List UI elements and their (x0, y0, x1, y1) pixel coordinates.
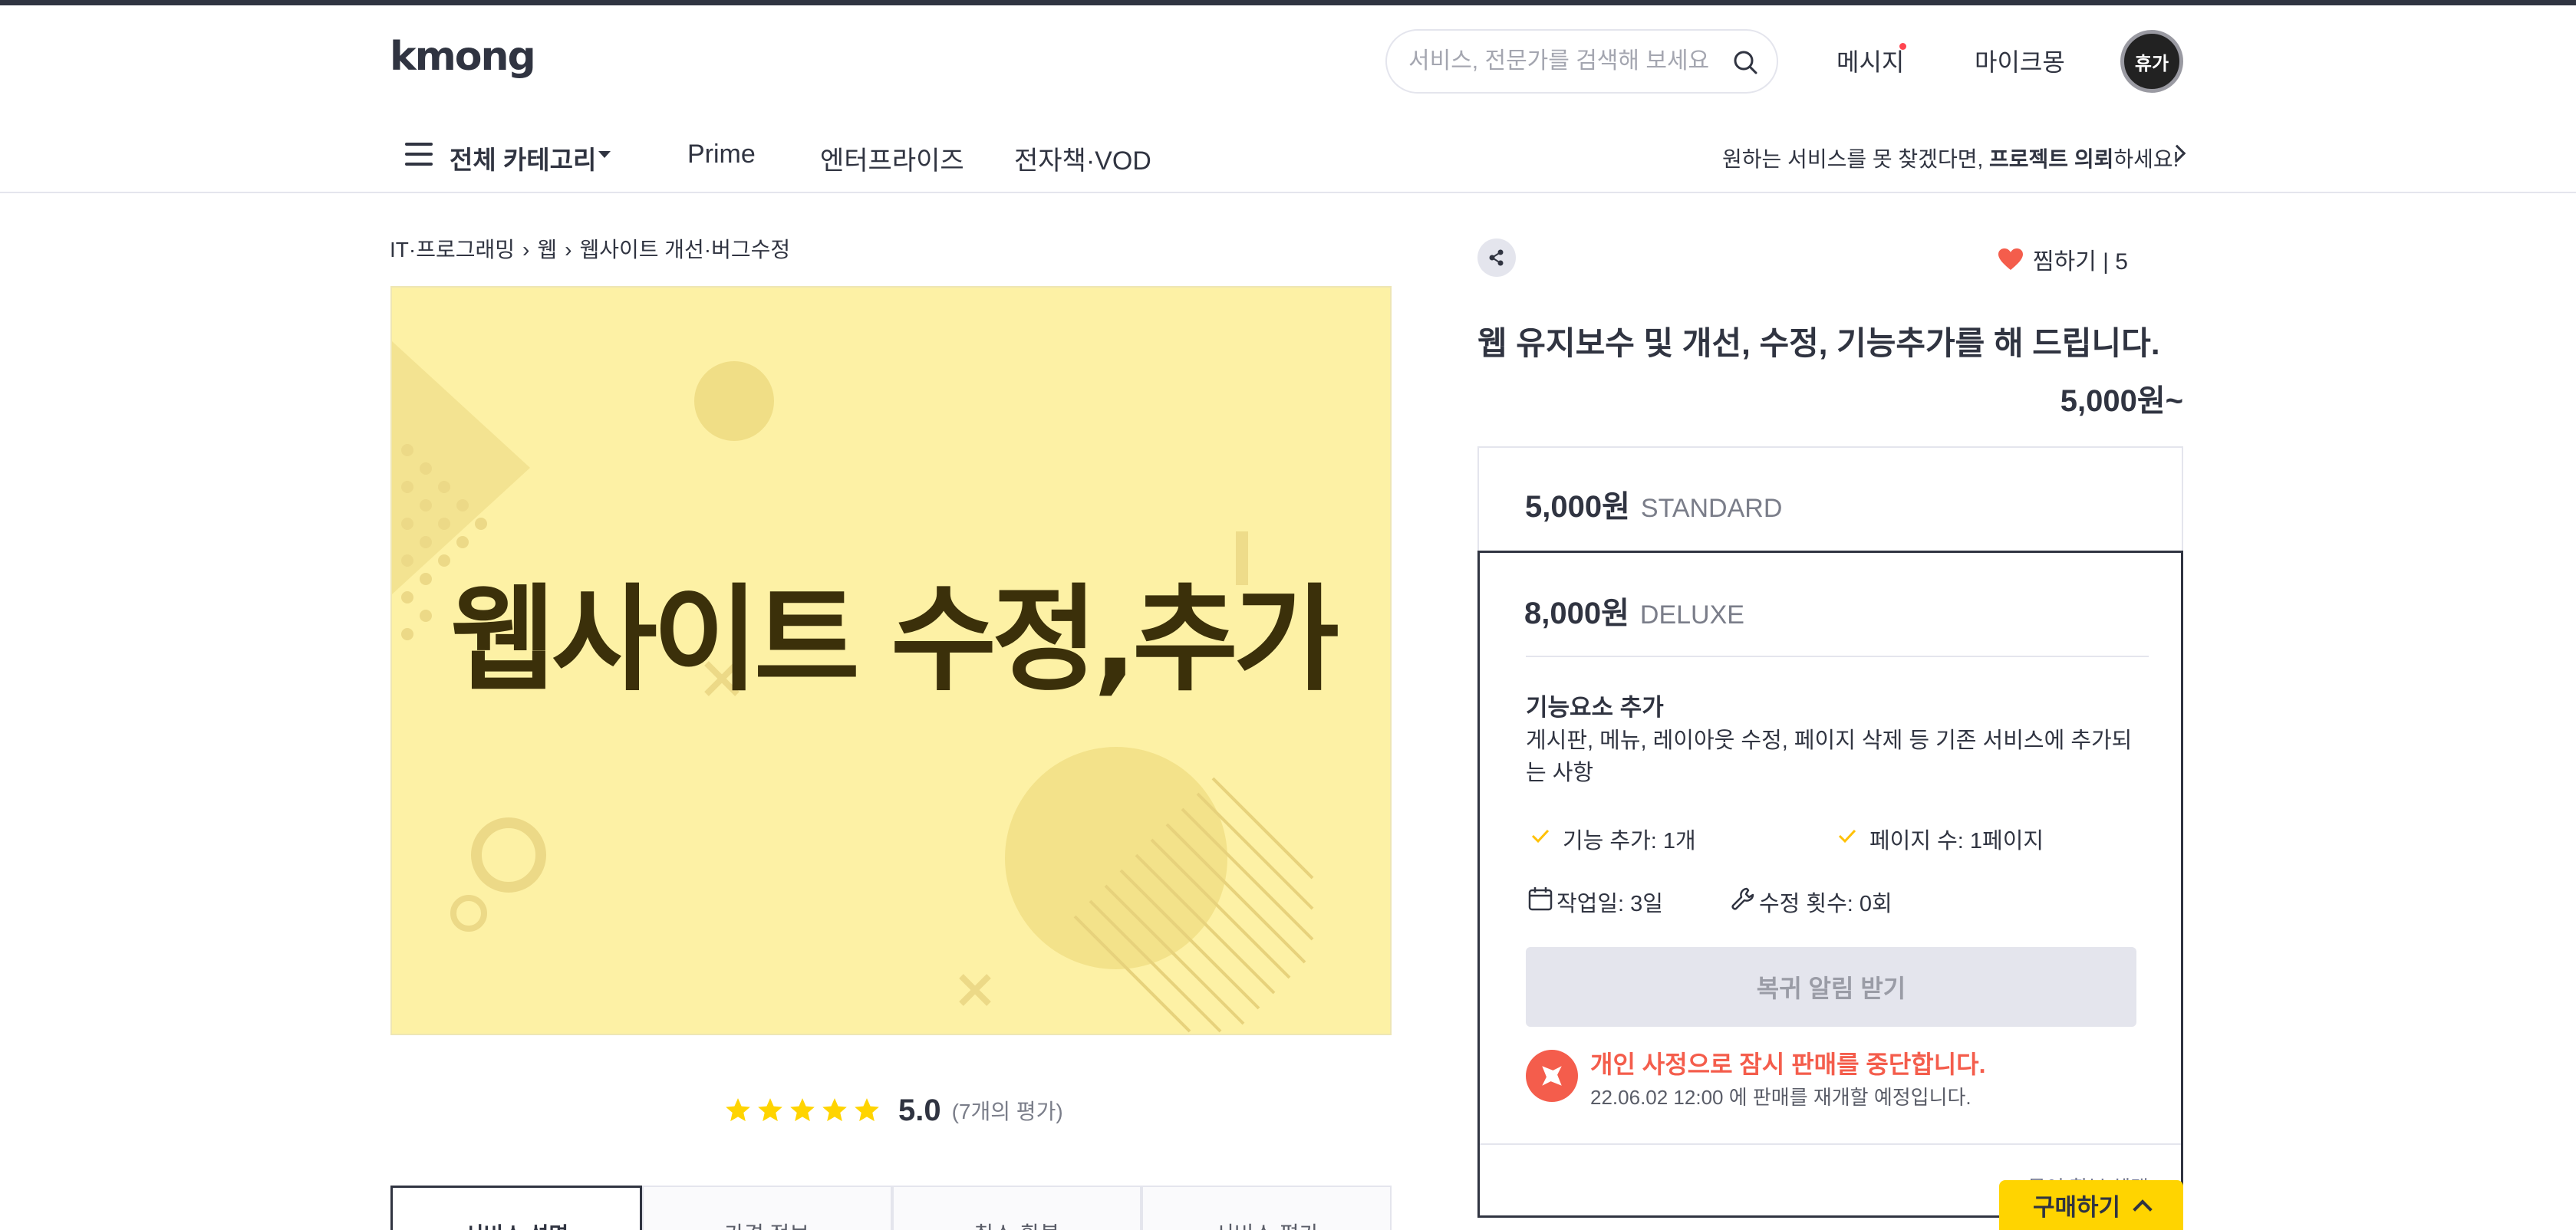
calendar-icon (1528, 887, 1553, 911)
heart-icon (1998, 248, 2023, 270)
new-message-dot (1899, 43, 1906, 50)
star-rating (723, 1096, 881, 1125)
breadcrumb-web[interactable]: 웹 (537, 238, 557, 261)
tab-refund[interactable]: 취소·환불 (891, 1186, 1142, 1230)
detail-tabs: 서비스 설명 가격 정보 취소·환불 서비스 평가 (390, 1186, 1392, 1230)
chevron-right-icon: › (522, 238, 530, 261)
feature-title: 기능요소 추가 (1526, 694, 1664, 721)
package-deluxe-price: 8,000원 (1524, 597, 1629, 630)
star-icon (726, 1098, 750, 1122)
search-box[interactable] (1385, 29, 1778, 94)
package-standard-header: 5,000원 STANDARD (1525, 482, 1782, 526)
restock-notify-button[interactable]: 복귀 알림 받기 (1526, 947, 2136, 1027)
all-categories-menu[interactable]: 전체 카테고리 (450, 140, 596, 176)
star-icon (855, 1098, 879, 1122)
mykmong-link[interactable]: 마이크몽 (1975, 43, 2065, 78)
plane-icon (1526, 1050, 1578, 1102)
check-icon (1838, 829, 1856, 844)
share-icon (1489, 249, 1504, 266)
kmong-logo[interactable]: kmong (390, 34, 536, 80)
sale-paused-title: 개인 사정으로 잠시 판매를 중단합니다. (1590, 1051, 1986, 1078)
top-border (0, 0, 2576, 5)
spec-pages: 페이지 수: 1페이지 (1869, 829, 2044, 853)
package-deluxe-name: DELUXE (1639, 600, 1744, 630)
nav-divider (0, 192, 2576, 193)
buy-button[interactable]: 구매하기 (1999, 1180, 2183, 1230)
divider (1480, 1143, 2181, 1145)
nav-prime[interactable]: Prime (687, 140, 756, 169)
buy-button-label: 구매하기 (2032, 1194, 2121, 1221)
divider (1526, 656, 2149, 657)
wish-count: 찜하기 | 5 (2033, 249, 2128, 275)
project-request-link[interactable]: 원하는 서비스를 못 찾겠다면, 프로젝트 의뢰하세요! (1722, 143, 2179, 173)
spec-features: 기능 추가: 1개 (1563, 829, 1696, 853)
package-standard-name: STANDARD (1640, 494, 1783, 523)
package-deluxe-header: 8,000원 DELUXE (1524, 588, 1744, 633)
breadcrumb: IT·프로그래밍 › 웹 › 웹사이트 개선·버그수정 (390, 233, 790, 264)
search-input[interactable] (1408, 44, 1715, 78)
chevron-right-icon: › (565, 238, 572, 261)
tab-reviews[interactable]: 서비스 평가 (1141, 1186, 1392, 1230)
service-hero-image: 웹사이트 수정,추가 (390, 286, 1392, 1035)
wish-button[interactable]: 찜하기 | 5 (1998, 242, 2128, 276)
spec-revisions: 수정 횟수: 0회 (1759, 892, 1892, 916)
package-standard-price: 5,000원 (1525, 490, 1630, 524)
search-icon[interactable] (1729, 46, 1763, 80)
wrench-icon (1731, 887, 1754, 910)
rating-summary: 5.0 (7개의 평가) (723, 1089, 1063, 1132)
avatar[interactable]: 휴가 (2120, 30, 2183, 93)
star-icon (822, 1098, 847, 1122)
hamburger-icon[interactable] (405, 143, 433, 167)
star-icon (758, 1098, 782, 1122)
rating-count[interactable]: (7개의 평가) (952, 1095, 1063, 1126)
hero-title: 웹사이트 수정,추가 (450, 574, 1339, 707)
rating-score: 5.0 (898, 1093, 941, 1127)
breadcrumb-fix[interactable]: 웹사이트 개선·버그수정 (579, 238, 790, 261)
share-button[interactable] (1477, 238, 1516, 277)
caret-down-icon[interactable] (598, 151, 611, 158)
breadcrumb-it[interactable]: IT·프로그래밍 (390, 238, 515, 261)
star-icon (790, 1098, 815, 1122)
service-title: 웹 유지보수 및 개선, 수정, 기능추가를 해 드립니다. (1477, 325, 2160, 361)
nav-ebook-vod[interactable]: 전자책·VOD (1014, 140, 1151, 177)
feature-description: 게시판, 메뉴, 레이아웃 수정, 페이지 삭제 등 기존 서비스에 추가되는 … (1526, 728, 2133, 785)
sale-resume-note: 22.06.02 12:00 에 판매를 재개할 예정입니다. (1590, 1086, 1972, 1109)
spec-work-days: 작업일: 3일 (1556, 892, 1663, 916)
starting-price: 5,000원~ (2060, 384, 2183, 418)
messages-link[interactable]: 메시지 (1836, 43, 1904, 78)
chevron-up-icon (2133, 1199, 2153, 1219)
check-icon (1531, 829, 1550, 844)
tab-price[interactable]: 가격 정보 (641, 1186, 892, 1230)
nav-enterprise[interactable]: 엔터프라이즈 (820, 140, 964, 177)
tab-description[interactable]: 서비스 설명 (390, 1186, 642, 1230)
package-deluxe[interactable]: 8,000원 DELUXE 기능요소 추가 게시판, 메뉴, 레이아웃 수정, 페… (1477, 551, 2183, 1218)
package-standard[interactable]: 5,000원 STANDARD (1477, 446, 2183, 552)
